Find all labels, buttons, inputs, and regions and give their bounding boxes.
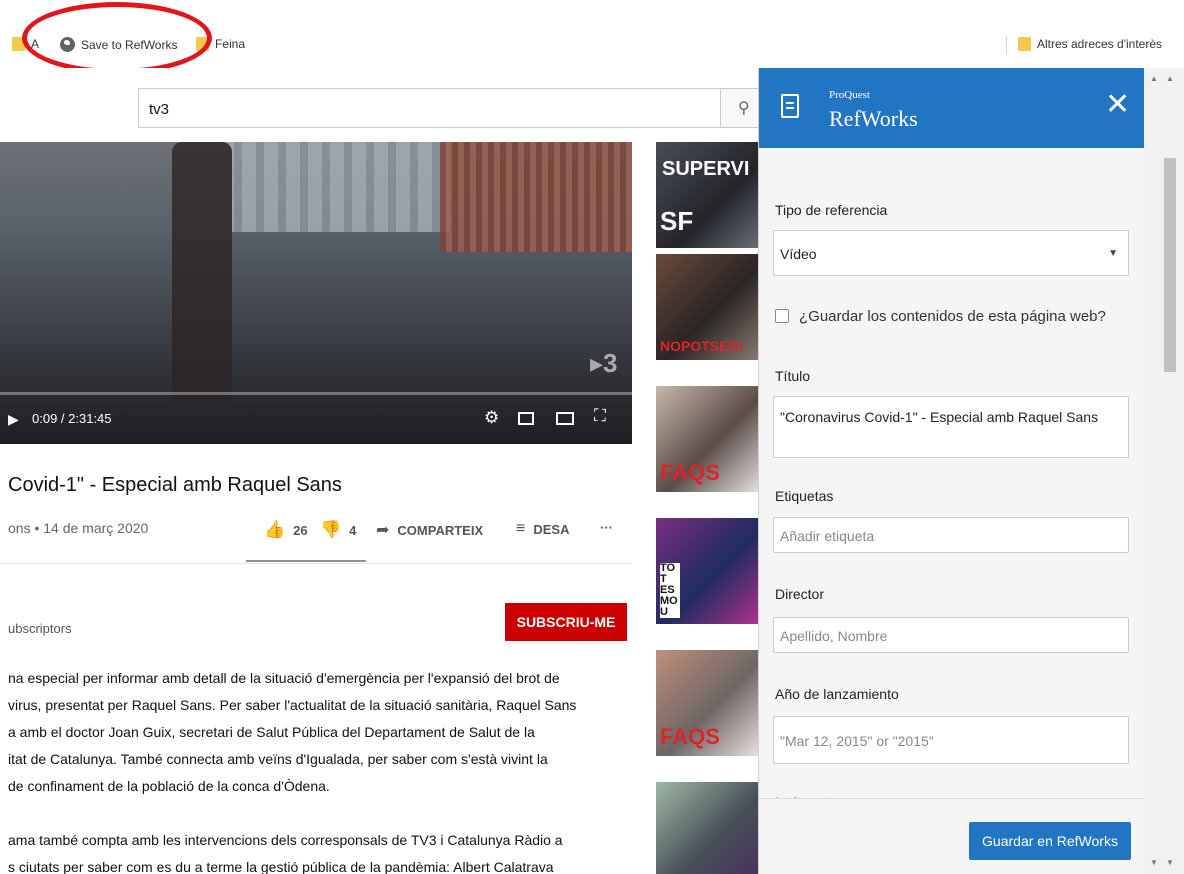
like-button[interactable]: 👍 26 xyxy=(264,520,308,540)
bookmarks-divider xyxy=(1006,36,1007,54)
director-input[interactable]: Apellido, Nombre xyxy=(773,617,1129,653)
bookmark-label: Feina xyxy=(215,37,246,51)
fullscreen-icon[interactable]: ⛶ xyxy=(594,406,606,426)
description-line: s ciutats per saber com es du a terme la… xyxy=(8,859,554,874)
video-presenter xyxy=(172,142,232,402)
save-to-refworks-button[interactable]: Guardar en RefWorks xyxy=(969,822,1131,860)
video-background-building xyxy=(220,142,450,232)
share-icon: ➦ xyxy=(376,522,390,539)
refworks-panel: ProQuest RefWorks ✕ Tipo de referencia V… xyxy=(758,68,1144,874)
browser-window: A Save to RefWorks Feina Altres adreces … xyxy=(0,0,1184,874)
play-icon[interactable]: ▶ xyxy=(8,411,19,428)
reference-type-value: Vídeo xyxy=(780,246,817,262)
chevron-down-icon: ▼ xyxy=(1108,248,1118,259)
related-video-thumbnail[interactable]: TOT ES MOU xyxy=(656,518,760,624)
share-button[interactable]: ➦ COMPARTEIX xyxy=(376,520,483,540)
playlist-add-icon: ≡ xyxy=(516,520,526,537)
video-meta: ons • 14 de març 2020 xyxy=(8,520,149,536)
bookmark-folder-altres[interactable]: Altres adreces d'interès xyxy=(1018,37,1162,51)
more-icon: ··· xyxy=(600,520,613,535)
share-label: COMPARTEIX xyxy=(397,522,484,538)
search-query-text: tv3 xyxy=(149,101,170,118)
dislike-button[interactable]: 👎 4 xyxy=(320,520,356,540)
video-time: 0:09 / 2:31:45 xyxy=(32,411,112,426)
description-line: virus, presentat per Raquel Sans. Per sa… xyxy=(8,697,577,713)
related-video-thumbnail[interactable] xyxy=(656,782,760,874)
folder-icon xyxy=(1018,37,1031,51)
tags-label: Etiquetas xyxy=(775,488,834,504)
thumbs-up-icon: 👍 xyxy=(264,520,286,539)
description-line: a amb el doctor Joan Guix, secretari de … xyxy=(8,724,535,740)
video-title: Covid-1" - Especial amb Raquel Sans xyxy=(8,474,342,496)
thumbnail-title: SUPERVI xyxy=(662,158,750,180)
reference-type-label: Tipo de referencia xyxy=(775,202,888,218)
related-video-thumbnail[interactable]: FAQS xyxy=(656,650,760,756)
subscribe-button[interactable]: SUBSCRIU-ME xyxy=(505,603,627,641)
scroll-up-icon[interactable]: ▲ xyxy=(1150,74,1158,83)
channel-watermark: ▸3 xyxy=(590,348,618,378)
close-icon[interactable]: ✕ xyxy=(1105,90,1130,120)
release-year-label: Año de lanzamiento xyxy=(775,686,899,702)
save-contents-checkbox[interactable] xyxy=(775,309,789,323)
subscriber-count: ubscriptors xyxy=(8,621,72,636)
description-line: de confinament de la població de la conc… xyxy=(8,778,330,794)
scrollbar-thumb[interactable] xyxy=(1164,158,1176,372)
miniplayer-icon[interactable] xyxy=(518,412,534,425)
save-label: DESA xyxy=(533,521,570,537)
scroll-down-icon[interactable]: ▼ xyxy=(1166,858,1174,867)
thumbnail-label: FAQS xyxy=(660,724,720,749)
bookmark-label: Altres adreces d'interès xyxy=(1037,37,1163,51)
thumbnail-label: TOT ES MOU xyxy=(660,563,680,618)
dislike-count: 4 xyxy=(349,522,357,538)
divider xyxy=(0,563,632,564)
title-textarea[interactable]: "Coronavirus Covid-1" - Especial amb Raq… xyxy=(773,396,1129,458)
related-video-thumbnail[interactable]: FAQS xyxy=(656,386,760,492)
more-actions-button[interactable]: ··· xyxy=(600,520,613,535)
release-year-placeholder: "Mar 12, 2015" or "2015" xyxy=(780,733,934,749)
related-video-thumbnail[interactable]: SUPERVI SF xyxy=(656,142,760,248)
thumbs-down-icon: 👎 xyxy=(320,520,342,539)
director-label: Director xyxy=(775,586,825,602)
scroll-down-icon[interactable]: ▼ xyxy=(1150,858,1158,867)
description-line: na especial per informar amb detall de l… xyxy=(8,670,560,686)
director-placeholder: Apellido, Nombre xyxy=(780,628,888,644)
document-icon xyxy=(781,94,799,118)
red-highlight-annotation xyxy=(22,2,212,74)
title-value: "Coronavirus Covid-1" - Especial amb Raq… xyxy=(780,409,1099,425)
like-count: 26 xyxy=(293,522,308,538)
reference-type-select[interactable]: Vídeo ▼ xyxy=(773,230,1129,276)
save-button[interactable]: ≡ DESA xyxy=(516,520,569,538)
thumbnail-label: NOPOTSER! xyxy=(660,338,744,354)
video-progress-bar[interactable] xyxy=(0,392,632,395)
tags-placeholder: Añadir etiqueta xyxy=(780,528,875,544)
related-video-thumbnail[interactable]: NOPOTSER! xyxy=(656,254,760,360)
settings-icon[interactable]: ⚙ xyxy=(484,408,499,428)
description-line: itat de Catalunya. També connecta amb ve… xyxy=(8,751,548,767)
theater-mode-icon[interactable] xyxy=(556,412,574,425)
search-icon: ⚲ xyxy=(738,100,750,117)
proquest-label: ProQuest xyxy=(829,89,870,101)
video-player[interactable]: ▸3 xyxy=(0,142,632,444)
scroll-up-icon[interactable]: ▲ xyxy=(1166,74,1174,83)
refworks-header: ProQuest RefWorks ✕ xyxy=(759,68,1144,148)
save-contents-label: ¿Guardar los contenidos de esta página w… xyxy=(799,308,1106,325)
video-background-wall xyxy=(440,142,632,252)
search-input[interactable]: tv3 xyxy=(138,88,720,128)
tags-input[interactable]: Añadir etiqueta xyxy=(773,517,1129,553)
thumbnail-label: SF xyxy=(660,206,694,236)
description-line: ama també compta amb les intervencions d… xyxy=(8,832,563,848)
refworks-logo-text: RefWorks xyxy=(829,106,918,131)
title-label: Título xyxy=(775,368,811,384)
release-year-input[interactable]: "Mar 12, 2015" or "2015" xyxy=(773,716,1129,764)
thumbnail-label: FAQS xyxy=(660,460,720,485)
sentiment-bar xyxy=(246,560,366,562)
